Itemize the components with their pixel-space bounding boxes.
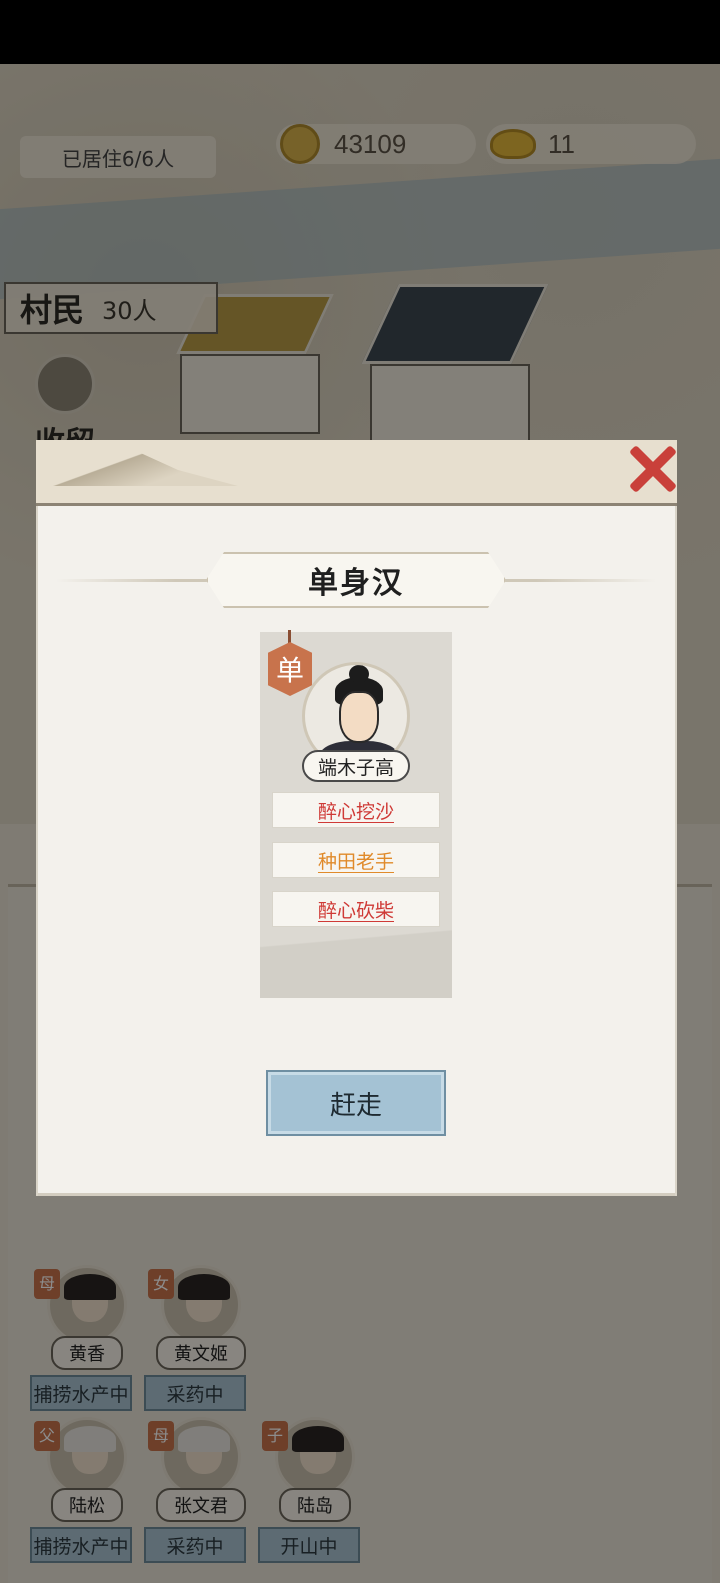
evict-button[interactable]: 赶走 (266, 1070, 446, 1136)
modal-title-plate: 单身汉 (206, 552, 506, 608)
close-icon[interactable] (626, 440, 678, 496)
trait-1[interactable]: 醉心挖沙 (272, 792, 440, 828)
modal-title: 单身汉 (308, 566, 404, 601)
character-name: 端木子高 (302, 750, 410, 782)
trait-3[interactable]: 醉心砍柴 (272, 891, 440, 927)
modal-header-strip (36, 440, 677, 506)
trait-2[interactable]: 种田老手 (272, 842, 440, 878)
mountain-decoration (38, 450, 238, 486)
single-tag: 单 (268, 642, 312, 696)
villager-detail-modal: 单身汉 单 端木子高 醉心挖沙 种田老手 醉心砍柴 赶走 (36, 440, 677, 1196)
character-card: 单 端木子高 醉心挖沙 种田老手 醉心砍柴 (260, 630, 452, 998)
